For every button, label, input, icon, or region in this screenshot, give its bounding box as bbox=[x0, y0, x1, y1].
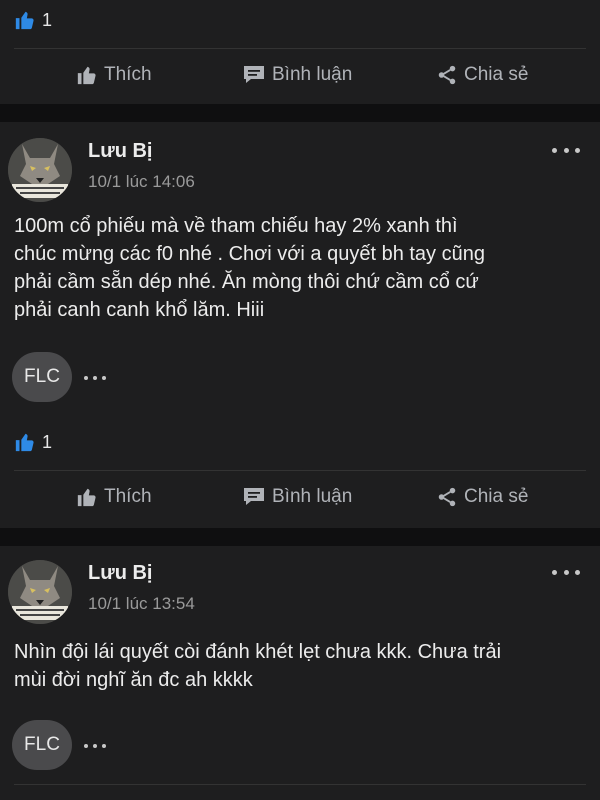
more-dots-icon bbox=[84, 744, 88, 748]
feed: 1 Thích Bình luận Chia sẻ Lưu Bị 10/1 lú… bbox=[0, 0, 600, 800]
like-button[interactable]: Thích bbox=[76, 486, 152, 508]
like-count: 1 bbox=[42, 431, 53, 452]
share-button[interactable]: Chia sẻ bbox=[436, 486, 528, 508]
stock-tag-chip[interactable]: FLC bbox=[12, 352, 72, 402]
action-bar: Thích Bình luận Chia sẻ bbox=[0, 470, 600, 528]
thumbs-up-icon bbox=[77, 488, 96, 507]
post-timestamp[interactable]: 10/1 lúc 13:54 bbox=[88, 594, 195, 614]
like-button[interactable]: Thích bbox=[76, 64, 152, 86]
like-count: 1 bbox=[42, 9, 53, 30]
like-summary[interactable]: 1 bbox=[14, 8, 52, 32]
stock-tag-chip[interactable]: FLC bbox=[12, 720, 72, 770]
author-name[interactable]: Lưu Bị bbox=[88, 562, 152, 585]
more-options-button[interactable] bbox=[552, 566, 580, 578]
divider bbox=[14, 784, 586, 785]
tag-more-button[interactable] bbox=[84, 373, 106, 383]
comment-button[interactable]: Bình luận bbox=[242, 64, 352, 86]
like-label: Thích bbox=[104, 486, 152, 507]
post-card: Lưu Bị 10/1 lúc 14:06 100m cổ phiếu mà v… bbox=[0, 122, 600, 528]
avatar[interactable] bbox=[8, 138, 72, 202]
share-label: Chia sẻ bbox=[464, 64, 529, 85]
comment-button[interactable]: Bình luận bbox=[242, 486, 352, 508]
comment-icon bbox=[244, 66, 264, 83]
like-label: Thích bbox=[104, 64, 152, 85]
like-summary[interactable]: 1 bbox=[14, 430, 52, 454]
more-dots-icon bbox=[552, 569, 557, 575]
avatar[interactable] bbox=[8, 560, 72, 624]
share-button[interactable]: Chia sẻ bbox=[436, 64, 528, 86]
share-label: Chia sẻ bbox=[464, 486, 529, 507]
thumbs-up-icon bbox=[15, 433, 34, 452]
previous-post-footer: 1 Thích Bình luận Chia sẻ bbox=[0, 0, 600, 104]
thumbs-up-icon bbox=[15, 11, 34, 30]
thumbs-up-icon bbox=[77, 66, 96, 85]
post-body: 100m cổ phiếu mà về tham chiếu hay 2% xa… bbox=[14, 215, 485, 321]
action-bar: Thích Bình luận Chia sẻ bbox=[0, 48, 600, 106]
comment-icon bbox=[244, 488, 264, 505]
post-card: Lưu Bị 10/1 lúc 13:54 Nhìn đội lái quyết… bbox=[0, 546, 600, 800]
more-dots-icon bbox=[84, 376, 88, 380]
share-icon bbox=[438, 487, 456, 507]
comment-label: Bình luận bbox=[272, 486, 353, 507]
wolf-avatar-image bbox=[8, 138, 72, 202]
post-body: Nhìn đội lái quyết còi đánh khét lẹt chư… bbox=[14, 641, 502, 691]
share-icon bbox=[438, 65, 456, 85]
wolf-avatar-image bbox=[8, 560, 72, 624]
post-timestamp[interactable]: 10/1 lúc 14:06 bbox=[88, 172, 195, 192]
more-dots-icon bbox=[552, 147, 557, 153]
tag-more-button[interactable] bbox=[84, 741, 106, 751]
author-name[interactable]: Lưu Bị bbox=[88, 140, 152, 163]
comment-label: Bình luận bbox=[272, 64, 353, 85]
more-options-button[interactable] bbox=[552, 144, 580, 156]
